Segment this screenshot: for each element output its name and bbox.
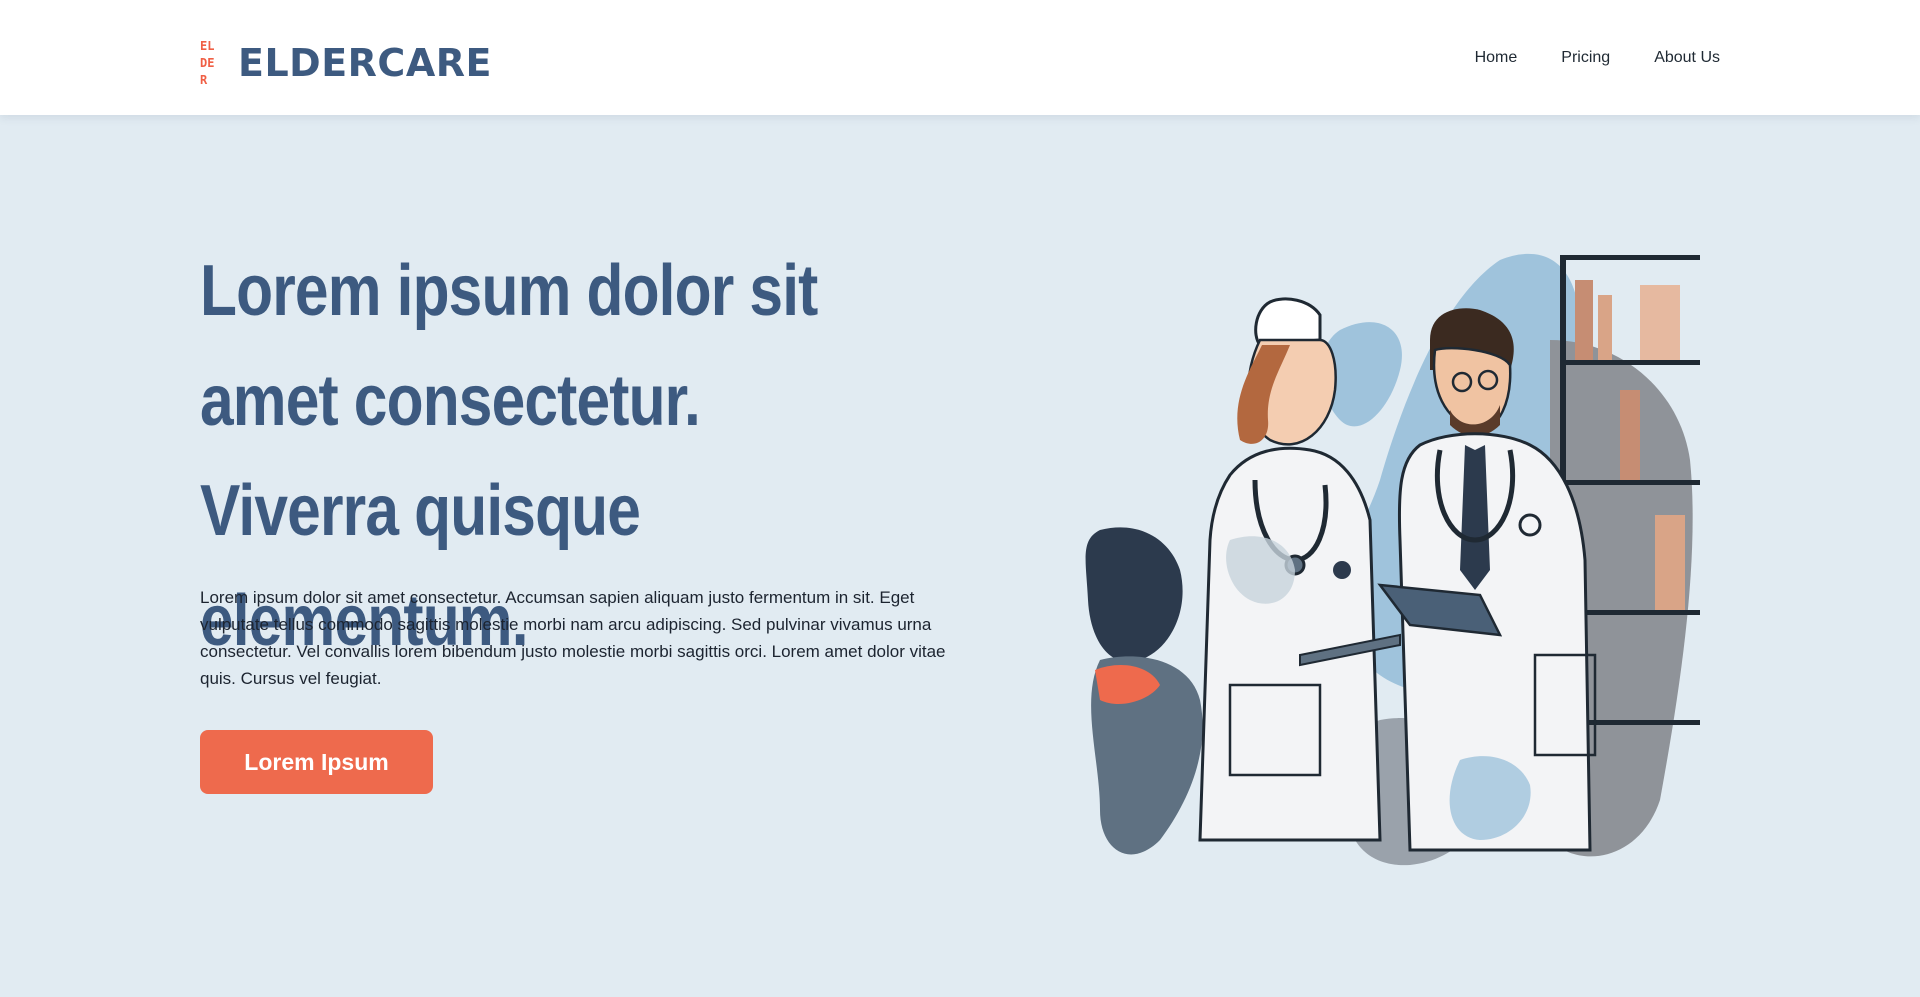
logo-mark-icon: EL DE R (200, 39, 226, 87)
hero-description: Lorem ipsum dolor sit amet consectetur. … (200, 588, 946, 688)
logo-mark-line: EL (200, 39, 215, 53)
logo-mark-line: R (200, 73, 208, 87)
logo[interactable]: EL DE R ELDERCARE (200, 38, 492, 88)
logo-mark-line: DE (200, 56, 215, 70)
cta-button[interactable]: Lorem Ipsum (200, 730, 433, 794)
nav-about-us[interactable]: About Us (1654, 49, 1720, 67)
nav-home[interactable]: Home (1475, 49, 1518, 67)
site-header: EL DE R ELDERCARE Home Pricing About Us (0, 0, 1920, 115)
main-nav: Home Pricing About Us (1475, 49, 1720, 67)
nav-pricing[interactable]: Pricing (1561, 49, 1610, 67)
doctors-illustration-icon (1085, 253, 1700, 866)
doctors-illustration (1080, 240, 1720, 870)
logo-text: ELDERCARE (238, 41, 492, 85)
